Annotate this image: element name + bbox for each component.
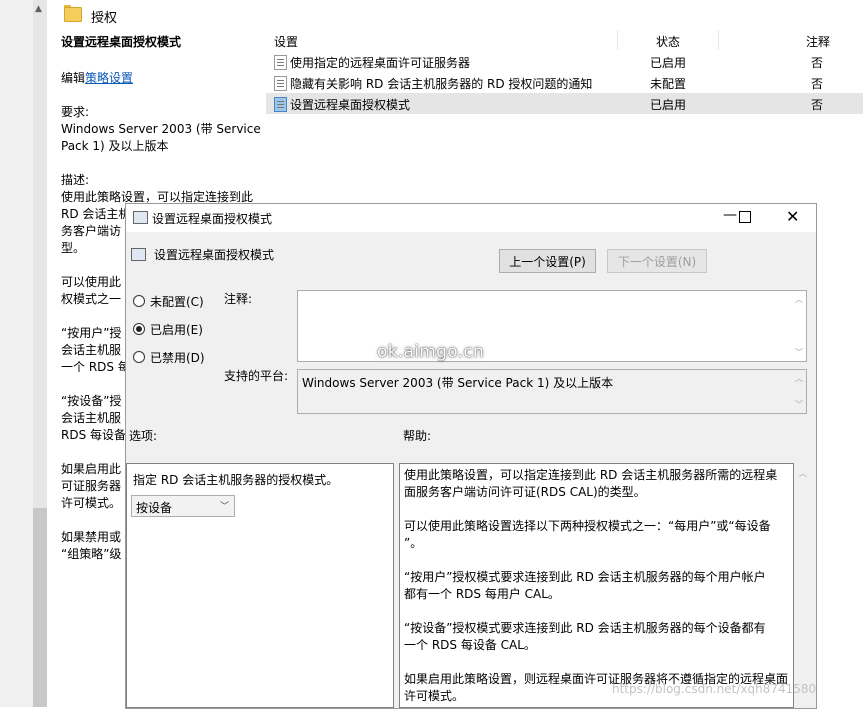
description-line: “组策略”级 (61, 547, 122, 561)
row-name: 使用指定的远程桌面许可证服务器 (290, 56, 471, 70)
description-line: 权模式之一 (61, 292, 122, 306)
description-line: 可以使用此 (61, 275, 122, 289)
policy-dialog: 设置远程桌面授权模式 — ✕ 设置远程桌面授权模式 上一个设置(P) 下一个设置… (125, 203, 817, 709)
radio-label[interactable]: 已禁用(D) (150, 349, 205, 366)
row-comment: 否 (811, 98, 824, 112)
radio-disabled[interactable] (133, 351, 145, 363)
description-line: 要求: (61, 105, 90, 119)
scroll-up-arrow-icon[interactable]: ▲ (35, 4, 42, 14)
maximize-icon[interactable] (739, 211, 751, 223)
help-line: 都有一个 RDS 每用户 CAL。 (404, 587, 560, 601)
folder-icon (64, 7, 82, 22)
chevron-down-icon: ﹀ (219, 502, 229, 512)
help-line: “按用户”授权模式要求连接到此 RD 会话主机服务器的每个用户帐户 (404, 570, 766, 584)
radio-label[interactable]: 已启用(E) (150, 321, 203, 338)
help-panel: 使用此策略设置，可以指定连接到此 RD 会话主机服务器所需的远程桌 面服务客户端访… (399, 463, 794, 708)
description-line: RDS 每设备 (61, 428, 127, 442)
minimize-icon[interactable]: — (723, 207, 737, 223)
description-line: 如果启用此 (61, 462, 122, 476)
table-row-selected[interactable]: 设置远程桌面授权模式 已启用 否 (266, 93, 863, 114)
description-line: 可证服务器 (61, 479, 122, 493)
description-line: 型。 (61, 241, 86, 255)
scroll-down-arrow-icon[interactable]: ﹀ (795, 347, 803, 358)
options-panel: 指定 RD 会话主机服务器的授权模式。 按设备 ﹀ (126, 463, 394, 708)
row-state: 已启用 (650, 56, 687, 70)
help-line: 可以使用此策略设置选择以下两种授权模式之一：“每用户”或“每设备 (404, 519, 771, 533)
description-line: 许可模式。 (61, 496, 122, 510)
help-line: 一个 RDS 每设备 CAL。 (404, 638, 536, 652)
row-state: 未配置 (650, 77, 687, 91)
policy-page-icon (274, 76, 287, 91)
description-line: 描述: (61, 173, 90, 187)
row-state: 已启用 (650, 98, 687, 112)
close-icon[interactable]: ✕ (786, 207, 799, 226)
options-label: 选项: (129, 429, 158, 443)
left-scrollbar[interactable]: ▲ (0, 0, 47, 707)
watermark-text: ok.aimgo.cn (377, 342, 485, 362)
description-line: “按用户”授 (61, 326, 122, 340)
edit-policy-link[interactable]: 策略设置 (85, 71, 133, 85)
row-name: 设置远程桌面授权模式 (290, 98, 411, 112)
table-row[interactable]: 使用指定的远程桌面许可证服务器 已启用 否 (266, 51, 863, 72)
description-line: RD 会话主机 (61, 207, 131, 221)
column-header-state[interactable]: 状态 (656, 33, 680, 50)
row-comment: 否 (811, 56, 824, 70)
description-line: 如果禁用或 (61, 530, 122, 544)
column-header-setting[interactable]: 设置 (274, 33, 298, 50)
next-setting-button[interactable]: 下一个设置(N) (607, 249, 707, 273)
license-mode-select[interactable]: 按设备 ﹀ (131, 495, 235, 517)
policy-page-icon (274, 55, 287, 70)
scroll-up-arrow-icon[interactable]: ︿ (795, 373, 803, 384)
description-line: Pack 1) 及以上版本 (61, 139, 169, 153)
radio-enabled[interactable] (133, 323, 145, 335)
platform-value: Windows Server 2003 (带 Service Pack 1) 及… (302, 376, 614, 390)
dialog-title: 设置远程桌面授权模式 (152, 212, 273, 226)
row-comment: 否 (811, 77, 824, 91)
description-line: 会话主机服 (61, 343, 122, 357)
options-text: 指定 RD 会话主机服务器的授权模式。 (133, 473, 339, 487)
scroll-down-arrow-icon[interactable]: ﹀ (795, 399, 803, 410)
csdn-watermark: https://blog.csdn.net/xqh8741580 (612, 682, 817, 696)
description-title: 设置远程桌面授权模式 (61, 35, 182, 49)
folder-title: 授权 (91, 11, 118, 26)
row-name: 隐藏有关影响 RD 会话主机服务器的 RD 授权问题的通知 (290, 77, 593, 91)
help-line: 许可模式。 (404, 689, 465, 703)
help-line: 面服务客户端访问许可证(RDS CAL)的类型。 (404, 485, 646, 499)
policy-header-icon (131, 248, 146, 261)
column-separator[interactable] (617, 30, 618, 50)
description-line: 会话主机服 (61, 411, 122, 425)
policy-selected-icon (274, 97, 287, 112)
help-line: ”。 (404, 536, 423, 550)
comment-label: 注释: (224, 292, 253, 306)
scrollbar-thumb[interactable] (33, 508, 47, 707)
scroll-up-arrow-icon[interactable]: ︿ (795, 294, 803, 305)
column-separator[interactable] (718, 30, 719, 50)
description-line: Windows Server 2003 (带 Service (61, 122, 261, 136)
comment-textarea[interactable]: ︿ ﹀ (297, 290, 807, 362)
edit-prefix: 编辑 (61, 71, 86, 85)
radio-label[interactable]: 未配置(C) (150, 293, 204, 310)
description-line: “按设备”授 (61, 394, 122, 408)
policy-settings-icon (133, 211, 148, 224)
help-line: “按设备”授权模式要求连接到此 RD 会话主机服务器的每个设备都有 (404, 621, 766, 635)
prev-setting-button[interactable]: 上一个设置(P) (499, 249, 596, 273)
edit-policy-line: 编辑策略设置 (61, 70, 261, 87)
help-scroll-up-icon[interactable]: ︿ (799, 468, 807, 479)
help-line: 使用此策略设置，可以指定连接到此 RD 会话主机服务器所需的远程桌 (404, 468, 778, 482)
table-row[interactable]: 隐藏有关影响 RD 会话主机服务器的 RD 授权问题的通知 未配置 否 (266, 72, 863, 93)
platform-box: Windows Server 2003 (带 Service Pack 1) 及… (297, 369, 807, 414)
platform-label: 支持的平台: (224, 369, 289, 383)
column-header-comment[interactable]: 注释 (806, 33, 830, 50)
description-line: 一个 RDS 每 (61, 360, 130, 374)
dialog-header: 设置远程桌面授权模式 (154, 248, 275, 262)
license-mode-value: 按设备 (136, 501, 173, 515)
radio-not-configured[interactable] (133, 295, 145, 307)
help-label: 帮助: (403, 429, 432, 443)
description-line: 务客户端访 (61, 224, 122, 238)
